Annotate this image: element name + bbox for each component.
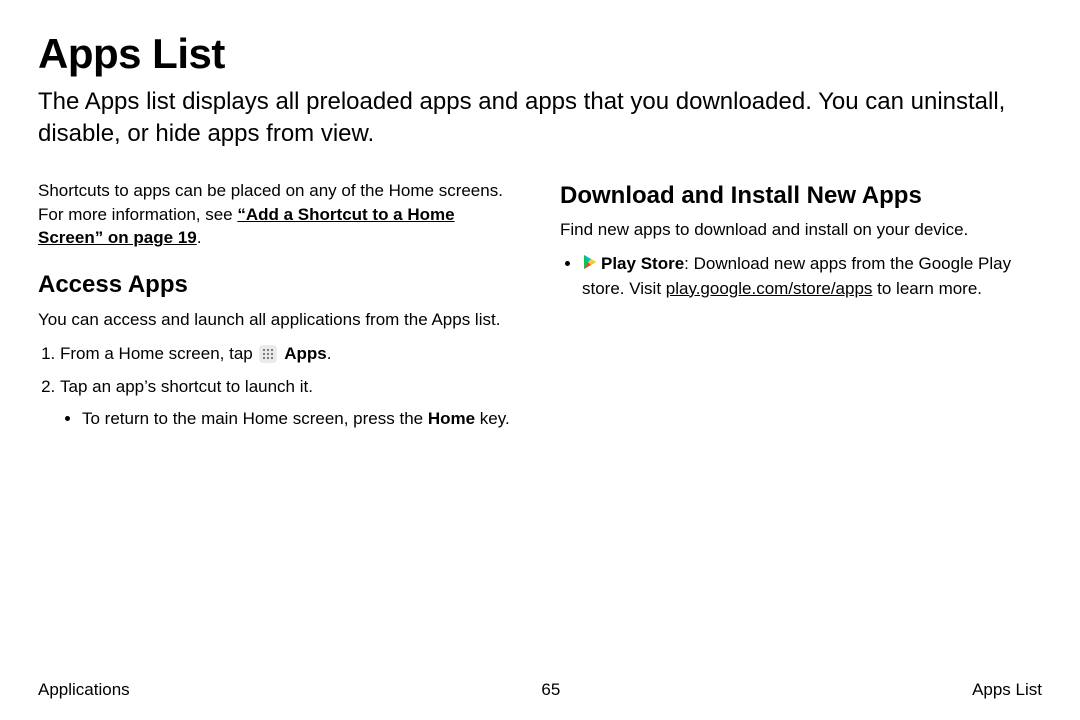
- sub-prefix: To return to the main Home screen, press…: [82, 409, 428, 428]
- download-heading: Download and Install New Apps: [560, 179, 1042, 213]
- play-store-icon: [582, 253, 598, 277]
- steps-list: From a Home screen, tap Apps. Tap an app…: [38, 342, 520, 431]
- footer-right: Apps List: [972, 680, 1042, 700]
- access-apps-paragraph: You can access and launch all applicatio…: [38, 308, 520, 332]
- intro-paragraph: The Apps list displays all preloaded app…: [38, 86, 1042, 151]
- sub-bold: Home: [428, 409, 475, 428]
- step2-sublist: To return to the main Home screen, press…: [60, 407, 520, 431]
- footer-left: Applications: [38, 680, 130, 700]
- page-footer: Applications 65 Apps List: [38, 680, 1042, 700]
- content-columns: Shortcuts to apps can be placed on any o…: [38, 179, 1042, 441]
- step1-bold: Apps: [284, 344, 327, 363]
- play-label: Play Store: [601, 254, 684, 273]
- right-column: Download and Install New Apps Find new a…: [560, 179, 1042, 441]
- play-store-item: Play Store: Download new apps from the G…: [582, 252, 1042, 300]
- page-title: Apps List: [38, 30, 1042, 78]
- step1-suffix: .: [327, 344, 332, 363]
- play-link[interactable]: play.google.com/store/apps: [666, 279, 873, 298]
- left-column: Shortcuts to apps can be placed on any o…: [38, 179, 520, 441]
- download-list: Play Store: Download new apps from the G…: [560, 252, 1042, 300]
- footer-page-number: 65: [541, 680, 560, 700]
- download-paragraph: Find new apps to download and install on…: [560, 218, 1042, 242]
- step2-subitem: To return to the main Home screen, press…: [82, 407, 520, 431]
- access-apps-heading: Access Apps: [38, 268, 520, 302]
- step-2: Tap an app’s shortcut to launch it. To r…: [60, 375, 520, 431]
- shortcuts-suffix: .: [197, 228, 202, 247]
- step-1: From a Home screen, tap Apps.: [60, 342, 520, 366]
- play-text2: to learn more.: [872, 279, 982, 298]
- sub-suffix: key.: [475, 409, 510, 428]
- apps-grid-icon: [259, 345, 277, 363]
- step1-prefix: From a Home screen, tap: [60, 344, 257, 363]
- shortcuts-paragraph: Shortcuts to apps can be placed on any o…: [38, 179, 520, 250]
- step2-text: Tap an app’s shortcut to launch it.: [60, 377, 313, 396]
